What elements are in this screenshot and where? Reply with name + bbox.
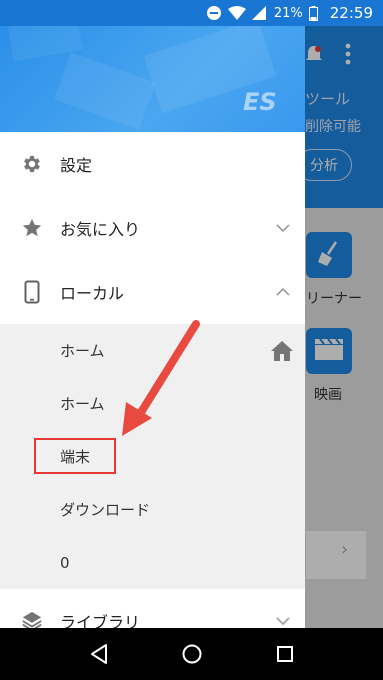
wifi-icon xyxy=(227,6,246,20)
drawer-item-library[interactable]: ライブラリ xyxy=(0,589,305,628)
system-nav-bar xyxy=(0,628,383,680)
drawer-item-label: お気に入り xyxy=(60,220,141,239)
star-icon xyxy=(20,216,44,240)
local-subitem-download[interactable]: ダウンロード xyxy=(0,483,305,536)
subitem-label: ダウンロード xyxy=(60,501,151,519)
back-icon[interactable] xyxy=(85,640,113,668)
annotation-arrow xyxy=(122,320,200,436)
status-bar: 21% 22:59 xyxy=(0,0,383,26)
phone-icon xyxy=(20,280,44,304)
subitem-label: ホーム xyxy=(60,342,105,360)
recents-icon[interactable] xyxy=(271,640,299,668)
battery-percentage: 21% xyxy=(273,5,303,21)
subitem-label: 0 xyxy=(60,553,70,572)
clock: 22:59 xyxy=(329,4,373,22)
drawer-header: ES xyxy=(0,26,305,132)
home-icon[interactable] xyxy=(270,340,294,362)
es-logo: ES xyxy=(243,88,277,116)
home-nav-icon[interactable] xyxy=(178,640,206,668)
drawer-item-settings[interactable]: 設定 xyxy=(0,132,305,196)
drawer-item-label: ローカル xyxy=(60,284,125,303)
drawer-item-label: 設定 xyxy=(60,156,93,175)
signal-icon xyxy=(251,6,266,20)
chevron-up-icon[interactable] xyxy=(275,284,291,300)
layers-icon xyxy=(20,609,44,628)
drawer-item-label: ライブラリ xyxy=(60,613,141,628)
subitem-label: ホーム xyxy=(60,395,105,413)
chevron-down-icon[interactable] xyxy=(275,220,291,236)
local-subitem-zero[interactable]: 0 xyxy=(0,536,305,589)
drawer-item-local[interactable]: ローカル xyxy=(0,260,305,324)
drawer-item-favorites[interactable]: お気に入り xyxy=(0,196,305,260)
do-not-disturb-icon xyxy=(206,5,222,21)
chevron-down-icon[interactable] xyxy=(275,613,291,628)
gear-icon xyxy=(20,152,44,176)
battery-icon xyxy=(308,5,318,21)
subitem-label: 端末 xyxy=(60,448,91,466)
